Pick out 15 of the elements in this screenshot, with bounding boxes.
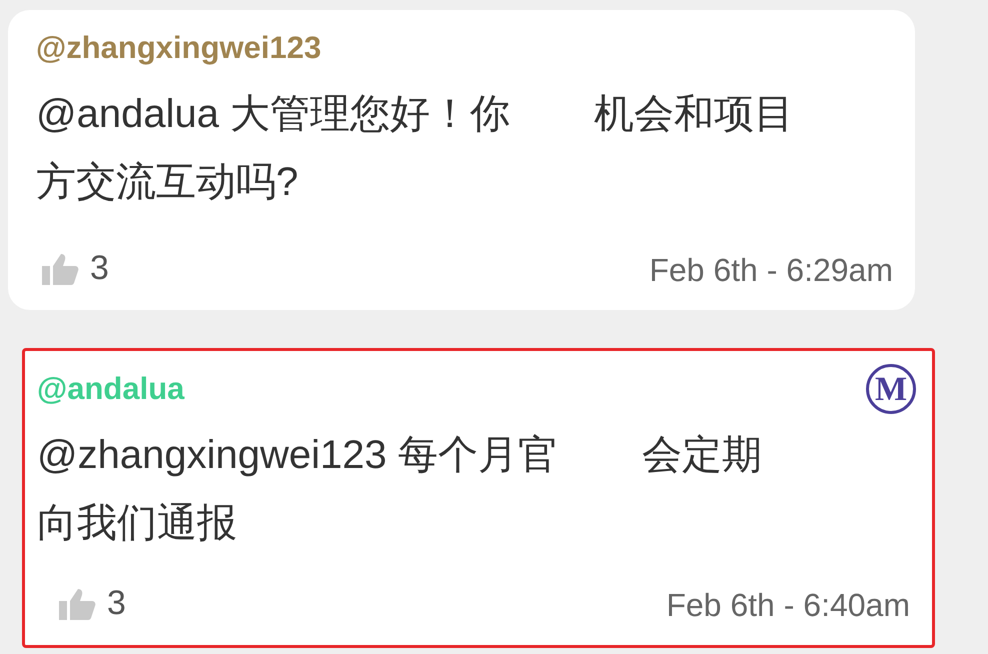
comment-text: 会定期 bbox=[642, 432, 762, 479]
comment-text: @zhangxingwei123 每个月官 bbox=[37, 432, 558, 479]
thumbs-up-icon[interactable] bbox=[57, 586, 97, 620]
username[interactable]: @zhangxingwei123 bbox=[36, 24, 322, 72]
timestamp: Feb 6th - 6:29am bbox=[649, 251, 893, 290]
comment-text: 机会和项目 bbox=[594, 91, 794, 138]
thumbs-up-icon[interactable] bbox=[40, 252, 80, 286]
moderator-badge: M bbox=[866, 364, 916, 414]
comment-text: 方交流互动吗? bbox=[36, 159, 298, 206]
comment-text: @andalua 大管理您好！你 bbox=[36, 91, 510, 138]
timestamp: Feb 6th - 6:40am bbox=[666, 586, 910, 625]
like-count: 3 bbox=[90, 248, 109, 289]
comment-text: 向我们通报 bbox=[37, 500, 237, 547]
username[interactable]: @andalua bbox=[37, 366, 184, 412]
like-count: 3 bbox=[107, 583, 126, 624]
